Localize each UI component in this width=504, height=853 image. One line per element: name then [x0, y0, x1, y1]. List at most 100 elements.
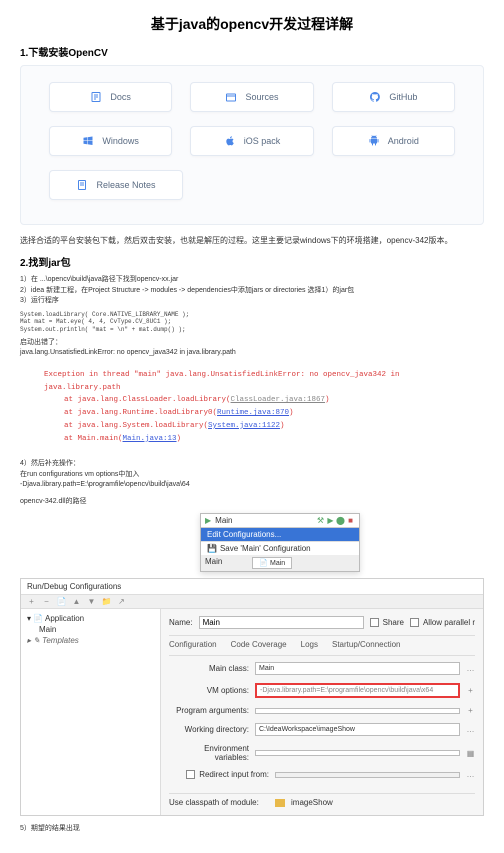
hammer-icon: ⚒ [316, 516, 325, 525]
sources-icon [225, 91, 237, 103]
err-link[interactable]: Main.java:13 [123, 435, 177, 443]
section-heading-2: 2.找到jar包 [20, 254, 484, 269]
list-item: 4）然后补充操作： [20, 459, 484, 470]
browse-icon[interactable]: … [466, 770, 475, 779]
main-class-label: Main class: [169, 664, 249, 673]
code-line: System.out.println( "mat = \n" + mat.dum… [20, 326, 484, 334]
docs-label: Docs [110, 92, 131, 102]
error-label: 启动出错了： [20, 338, 484, 349]
list-item: -Djava.library.path=E:\programfile\openc… [20, 480, 484, 491]
redirect-field [275, 772, 460, 778]
page-title: 基于java的opencv开发过程详解 [20, 14, 484, 34]
stacktrace: Exception in thread "main" java.lang.Uns… [20, 363, 484, 452]
section-heading-1: 1.下载安装OpenCV [20, 44, 484, 59]
play-small-icon: ▶ [326, 516, 335, 525]
android-button[interactable]: Android [332, 126, 455, 156]
classpath-value: imageShow [291, 798, 333, 807]
ios-label: iOS pack [244, 136, 281, 146]
docs-icon [90, 91, 102, 103]
list-item: opencv-342.dll的路径 [20, 497, 484, 508]
browse-icon[interactable]: … [466, 664, 475, 673]
windows-icon [82, 135, 94, 147]
expand-icon[interactable]: + [466, 686, 475, 695]
tree-application[interactable]: ▾ 📄 Application [25, 613, 156, 624]
windows-button[interactable]: Windows [49, 126, 172, 156]
list-item: 5）期望的结果出现 [20, 824, 484, 835]
bug-icon: ⬤ [336, 516, 345, 525]
err-line-1: Exception in thread "main" java.lang.Uns… [24, 369, 480, 395]
release-notes-label: Release Notes [96, 180, 155, 190]
apple-icon [224, 135, 236, 147]
list-item: 在run configurations vm options中加入 [20, 470, 484, 481]
err-link[interactable]: ClassLoader.java:1867 [231, 396, 326, 404]
wrench-icon[interactable]: ↗ [117, 597, 126, 606]
list-item: 2）idea 新建工程，在Project Structure -> module… [20, 286, 484, 297]
share-checkbox[interactable]: Share [370, 618, 404, 627]
err-line-3a: at java.lang.Runtime.loadLibrary0( [64, 409, 217, 417]
env-field[interactable] [255, 750, 460, 756]
android-icon [368, 135, 380, 147]
err-link[interactable]: System.java:1122 [208, 422, 280, 430]
workdir-label: Working directory: [169, 725, 249, 734]
code-line: System.loadLibrary( Core.NATIVE_LIBRARY_… [20, 311, 484, 319]
code-line: Mat mat = Mat.eye( 4, 4, CvType.CV_8UC1 … [20, 318, 484, 326]
tree-main[interactable]: Main [37, 624, 156, 635]
github-label: GitHub [389, 92, 417, 102]
browse-icon[interactable]: ▦ [466, 749, 475, 758]
run-menu-screenshot: ▶ Main ⚒ ▶ ⬤ ■ Edit Configurations... 💾S… [200, 513, 360, 572]
config-tree: ▾ 📄 Application Main ▸ ✎ Templates [21, 609, 161, 815]
folder-icon[interactable]: 📁 [102, 597, 111, 606]
sources-label: Sources [245, 92, 278, 102]
classpath-label: Use classpath of module: [169, 798, 269, 807]
dialog-title: Run/Debug Configurations [21, 579, 483, 595]
allow-parallel-checkbox[interactable]: Allow parallel r [410, 618, 475, 627]
release-notes-button[interactable]: Release Notes [49, 170, 183, 200]
workdir-field[interactable]: C:\IdeaWorkspace\imageShow [255, 723, 460, 736]
program-args-label: Program arguments: [169, 706, 249, 715]
browse-icon[interactable]: … [466, 725, 475, 734]
vm-options-field[interactable]: -Djava.library.path=E:\programfile\openc… [255, 683, 460, 698]
error-text: java.lang.UnsatisfiedLinkError: no openc… [20, 348, 484, 359]
tab-logs[interactable]: Logs [301, 640, 318, 649]
stop-icon: ■ [346, 516, 355, 525]
err-line-5a: at Main.main( [64, 435, 123, 443]
name-field[interactable] [199, 616, 364, 629]
github-icon [369, 91, 381, 103]
ios-button[interactable]: iOS pack [190, 126, 313, 156]
copy-icon[interactable]: 📄 [57, 597, 66, 606]
env-label: Environment variables: [169, 744, 249, 762]
menu-main2[interactable]: Main [205, 557, 222, 569]
err-line-2a: at java.lang.ClassLoader.loadLibrary( [64, 396, 231, 404]
redirect-checkbox[interactable]: Redirect input from: [169, 770, 269, 779]
tab-startup[interactable]: Startup/Connection [332, 640, 401, 649]
err-link[interactable]: Runtime.java:870 [217, 409, 289, 417]
menu-main3-button[interactable]: 📄 Main [252, 557, 292, 569]
save-icon: 💾 [207, 544, 217, 553]
down-icon[interactable]: ▼ [87, 597, 96, 606]
download-panel: Docs Sources GitHub Windows iOS pack [20, 65, 484, 225]
tab-code-coverage[interactable]: Code Coverage [231, 640, 287, 649]
list-item: 3）运行程序 [20, 296, 484, 307]
up-icon[interactable]: ▲ [72, 597, 81, 606]
list-item: 1）在 ...\opencv\build\java路径下找到opencv-xx.… [20, 275, 484, 286]
edit-config-item[interactable]: Edit Configurations... [201, 528, 359, 541]
expand-icon[interactable]: + [466, 706, 475, 715]
remove-icon[interactable]: − [42, 597, 51, 606]
note-text-1: 选择合适的平台安装包下载，然后双击安装，也就是解压的过程。这里主要记录windo… [20, 235, 484, 246]
save-config-item[interactable]: 💾Save 'Main' Configuration [201, 541, 359, 555]
github-button[interactable]: GitHub [332, 82, 455, 112]
add-icon[interactable]: + [27, 597, 36, 606]
sources-button[interactable]: Sources [190, 82, 313, 112]
name-label: Name: [169, 618, 193, 627]
vm-options-label: VM options: [169, 686, 249, 695]
windows-label: Windows [102, 136, 139, 146]
menu-main-label: Main [215, 516, 232, 525]
dialog-toolbar: + − 📄 ▲ ▼ 📁 ↗ [21, 595, 483, 609]
docs-button[interactable]: Docs [49, 82, 172, 112]
tab-configuration[interactable]: Configuration [169, 640, 217, 649]
play-icon: ▶ [205, 516, 211, 525]
err-line-4a: at java.lang.System.loadLibrary( [64, 422, 208, 430]
tree-templates[interactable]: ▸ ✎ Templates [25, 635, 156, 646]
notes-icon [76, 179, 88, 191]
main-class-field[interactable]: Main [255, 662, 460, 675]
